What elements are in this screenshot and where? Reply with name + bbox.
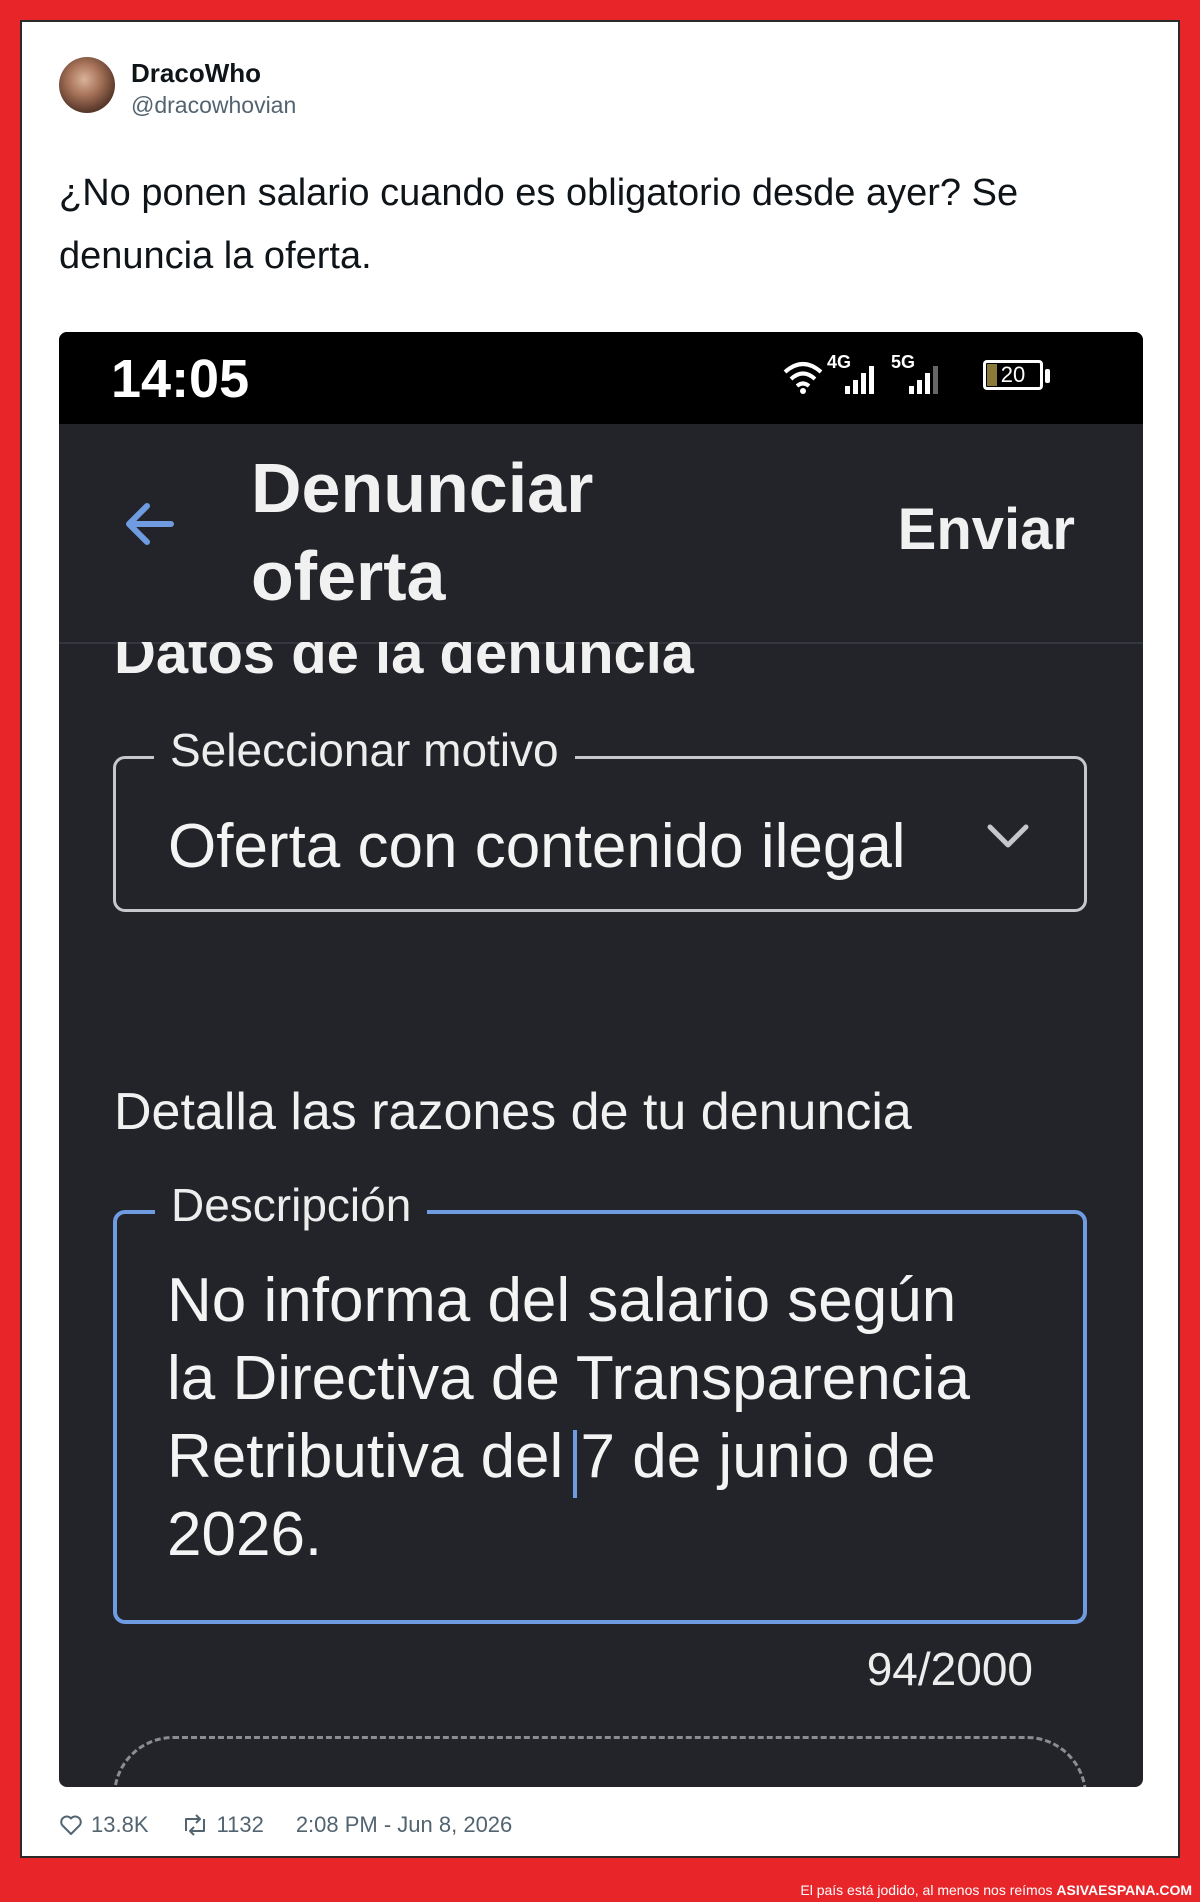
reason-select-label: Seleccionar motivo	[154, 723, 575, 777]
details-title: Detalla las razones de tu denuncia	[114, 1083, 912, 1141]
signal-4g-icon	[845, 364, 874, 394]
author-name[interactable]: DracoWho	[131, 58, 261, 89]
battery-level: 20	[1000, 362, 1026, 387]
tweet-actions: 13.8K 1132 2:08 PM - Jun 8, 2026	[59, 1810, 512, 1840]
screen-title: Denunciar oferta	[251, 449, 594, 615]
site-footer: El país está jodido, al menos nos reímos…	[0, 1878, 1200, 1902]
tweet-text: ¿No ponen salario cuando es obligatorio …	[59, 172, 1019, 277]
reason-select-value: Oferta con contenido ilegal	[168, 812, 906, 881]
battery-cap	[1045, 369, 1050, 383]
like-count: 13.8K	[91, 1812, 149, 1837]
wifi-icon	[783, 362, 823, 394]
signal-5g-icon	[909, 364, 938, 394]
description-label: Descripción	[155, 1178, 428, 1232]
avatar[interactable]	[59, 57, 115, 113]
phone-status-bar: 14:05 4G 5G 20	[59, 332, 1143, 424]
footer-site[interactable]: ASIVAESPANA.COM	[1056, 1882, 1192, 1898]
character-counter: 94/2000	[866, 1643, 1033, 1695]
attachment-dropzone[interactable]	[113, 1736, 1087, 1787]
footer-tagline: El país está jodido, al menos nos reímos	[800, 1882, 1053, 1898]
app-bar: Denunciar oferta Enviar	[59, 424, 1143, 644]
back-arrow-icon[interactable]	[121, 494, 181, 554]
description-text[interactable]: No informa del salario según la Directiv…	[167, 1262, 987, 1574]
reason-select[interactable]: Seleccionar motivo Oferta con contenido …	[113, 723, 1087, 912]
attached-screenshot[interactable]: 14:05 4G 5G 20 Denunciar oferta Enviar D…	[59, 332, 1143, 1787]
send-button[interactable]: Enviar	[898, 496, 1075, 563]
text-cursor	[573, 1430, 577, 1498]
status-icons: 4G 5G 20	[783, 352, 1053, 402]
status-time: 14:05	[111, 349, 250, 409]
author-handle[interactable]: @dracowhovian	[131, 92, 296, 119]
battery-icon: 20	[983, 360, 1043, 390]
description-field[interactable]: Descripción No informa del salario según…	[113, 1178, 1087, 1624]
tweet-timestamp[interactable]: 2:08 PM - Jun 8, 2026	[296, 1812, 512, 1838]
tweet-card: DracoWho @dracowhovian ¿No ponen salario…	[20, 20, 1180, 1858]
retweet-count: 1132	[216, 1812, 264, 1837]
chevron-down-icon[interactable]	[984, 815, 1032, 855]
retweet-icon[interactable]	[181, 1813, 209, 1837]
heart-icon[interactable]	[59, 1813, 83, 1837]
